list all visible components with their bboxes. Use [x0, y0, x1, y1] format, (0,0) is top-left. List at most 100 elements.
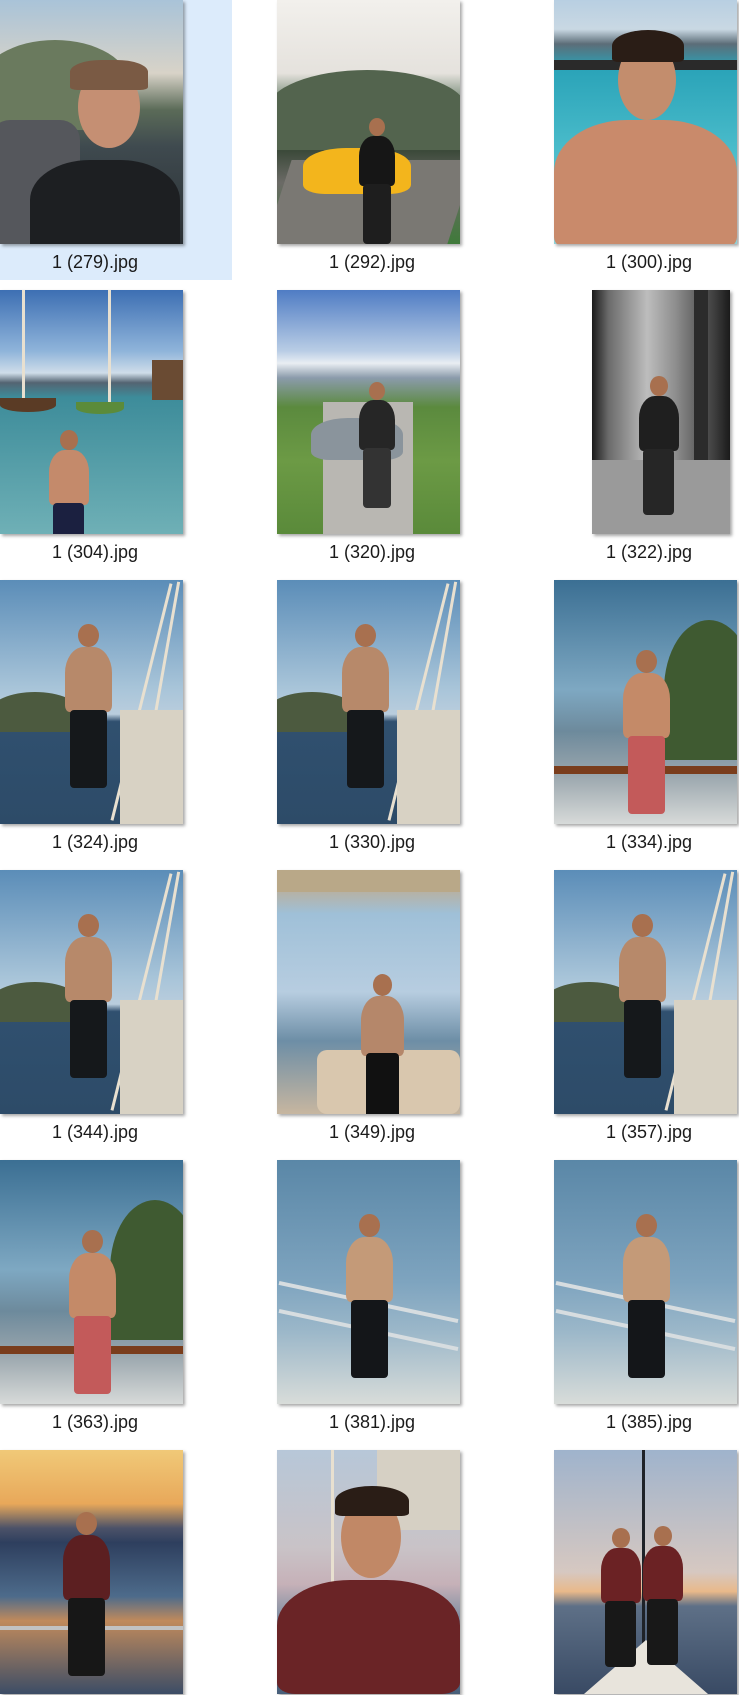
file-thumbnail[interactable] — [0, 1160, 183, 1404]
file-thumbnail[interactable] — [277, 1450, 460, 1694]
file-item[interactable]: 1 (385).jpg — [554, 1160, 739, 1440]
person-head — [632, 914, 653, 938]
rigging — [120, 710, 183, 824]
file-thumbnail[interactable] — [592, 290, 730, 534]
file-item[interactable]: 1 (357).jpg — [554, 870, 739, 1150]
person-torso — [346, 1237, 393, 1303]
file-item[interactable]: 1 (279).jpg — [0, 0, 232, 280]
file-thumbnail[interactable] — [277, 0, 460, 244]
file-thumbnail[interactable] — [554, 1160, 737, 1404]
file-thumbnail[interactable] — [0, 290, 183, 534]
file-item[interactable]: 1 (381).jpg — [277, 1160, 509, 1440]
file-thumbnail[interactable] — [277, 1160, 460, 1404]
file-thumbnail[interactable] — [277, 580, 460, 824]
file-name[interactable]: 1 (357).jpg — [554, 1122, 739, 1143]
person-legs — [53, 502, 85, 534]
file-thumbnail[interactable] — [0, 870, 183, 1114]
file-item[interactable]: 1 (344).jpg — [0, 870, 232, 1150]
person-legs — [74, 1315, 111, 1394]
rigging — [397, 710, 460, 824]
file-item[interactable]: 1 (304).jpg — [0, 290, 232, 570]
file-name[interactable]: 1 (322).jpg — [554, 542, 739, 563]
hillside — [664, 620, 737, 760]
hair — [335, 1486, 409, 1516]
file-name[interactable]: 1 (300).jpg — [554, 252, 739, 273]
file-name[interactable]: 1 (304).jpg — [0, 542, 190, 563]
file-item[interactable]: 1 (334).jpg — [554, 580, 739, 860]
file-thumbnail[interactable] — [0, 1450, 183, 1694]
file-thumbnail[interactable] — [277, 290, 460, 534]
person-head — [76, 1512, 97, 1536]
file-item[interactable]: 1 (400).jpg — [554, 1450, 739, 1695]
file-name[interactable]: 1 (385).jpg — [554, 1412, 739, 1433]
hair — [612, 30, 684, 62]
person-legs — [68, 1597, 105, 1676]
bimini-top — [277, 870, 460, 892]
person-head — [636, 650, 657, 674]
file-name[interactable]: 1 (363).jpg — [0, 1412, 190, 1433]
file-thumbnail[interactable] — [554, 0, 737, 244]
file-item[interactable]: 1 (292).jpg — [277, 0, 509, 280]
person-legs — [605, 1600, 637, 1667]
file-item[interactable]: 1 (322).jpg — [554, 290, 739, 570]
person-torso — [65, 647, 112, 713]
file-item[interactable]: 1 (363).jpg — [0, 1160, 232, 1440]
file-name[interactable]: 1 (334).jpg — [554, 832, 739, 853]
file-thumbnail[interactable] — [0, 0, 183, 244]
rigging — [674, 1000, 737, 1114]
person-head — [82, 1230, 103, 1254]
person-legs — [647, 1598, 679, 1665]
file-name[interactable]: 1 (381).jpg — [277, 1412, 467, 1433]
person-legs — [363, 184, 391, 244]
person-head — [650, 376, 668, 396]
file-name[interactable]: 1 (330).jpg — [277, 832, 467, 853]
file-thumbnail[interactable] — [554, 580, 737, 824]
mast — [22, 290, 25, 400]
boat — [0, 398, 56, 412]
rigging — [120, 1000, 183, 1114]
file-name[interactable]: 1 (324).jpg — [0, 832, 190, 853]
file-name[interactable]: 1 (320).jpg — [277, 542, 467, 563]
file-item[interactable]: 1 (349).jpg — [277, 870, 509, 1150]
person-head — [369, 382, 385, 400]
person-head — [636, 1214, 657, 1238]
file-item[interactable]: 1 (392).jpg — [277, 1450, 509, 1695]
file-item[interactable]: 1 (330).jpg — [277, 580, 509, 860]
bare-chest — [554, 120, 737, 244]
file-name[interactable]: 1 (292).jpg — [277, 252, 467, 273]
person-head — [355, 624, 376, 648]
person-head — [612, 1528, 630, 1548]
file-thumbnail[interactable] — [554, 870, 737, 1114]
file-name[interactable]: 1 (344).jpg — [0, 1122, 190, 1143]
boat — [76, 402, 124, 414]
person-head — [78, 624, 99, 648]
person-legs — [643, 448, 675, 515]
file-name[interactable]: 1 (279).jpg — [0, 252, 190, 273]
person-legs — [628, 1299, 665, 1378]
file-thumbnail-grid: 1 (279).jpg 1 (292).jpg 1 (300).jpg 1 (304)… — [0, 0, 739, 1695]
file-thumbnail[interactable] — [554, 1450, 737, 1694]
person-torso — [63, 1535, 110, 1601]
person-torso — [342, 647, 389, 713]
mast — [108, 290, 111, 410]
person-head — [78, 914, 99, 938]
person-legs — [365, 1053, 400, 1114]
person-torso — [619, 937, 666, 1003]
person-legs — [70, 999, 107, 1078]
person-torso — [623, 1237, 670, 1303]
person-head — [369, 118, 385, 136]
person-torso — [359, 136, 395, 186]
hillside — [110, 1200, 183, 1340]
person-torso — [601, 1547, 641, 1603]
file-name[interactable]: 1 (349).jpg — [277, 1122, 467, 1143]
person-legs — [347, 709, 384, 788]
file-thumbnail[interactable] — [277, 870, 460, 1114]
file-item[interactable]: 1 (300).jpg — [554, 0, 739, 280]
person-head — [654, 1526, 672, 1546]
file-item[interactable]: 1 (386).jpg — [0, 1450, 232, 1695]
person-torso — [639, 395, 679, 451]
file-item[interactable]: 1 (320).jpg — [277, 290, 509, 570]
file-thumbnail[interactable] — [0, 580, 183, 824]
person-legs — [351, 1299, 388, 1378]
file-item[interactable]: 1 (324).jpg — [0, 580, 232, 860]
